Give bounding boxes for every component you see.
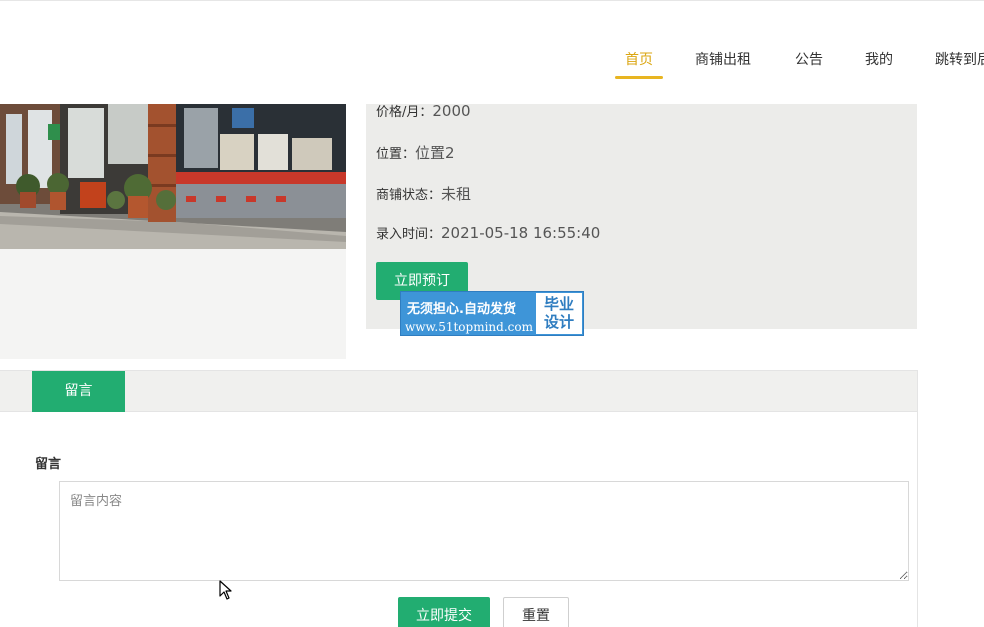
watermark-url: www.51topmind.com <box>405 320 533 334</box>
nav-item-announcements[interactable]: 公告 <box>795 50 823 80</box>
watermark-line1: 无须担心.自动发货 <box>407 302 516 317</box>
status-value: 未租 <box>441 185 472 203</box>
nav-item-shop-rental[interactable]: 商铺出租 <box>695 50 751 80</box>
watermark-side: 毕业 设计 <box>536 293 582 334</box>
shop-photo <box>0 104 346 249</box>
price-label: 价格/月： <box>376 105 433 120</box>
status-row: 商铺状态：未租 <box>376 183 471 204</box>
status-label: 商铺状态： <box>376 188 442 203</box>
nav-item-mine[interactable]: 我的 <box>865 50 893 80</box>
main-nav: 首页 商铺出租 公告 我的 跳转到后台 <box>0 0 984 104</box>
time-label: 录入时间： <box>376 227 442 242</box>
reset-button[interactable]: 重置 <box>503 597 569 627</box>
tab-bar: 留言 <box>0 371 917 412</box>
watermark-badge: 无须担心.自动发货 www.51topmind.com 毕业 设计 <box>400 291 584 336</box>
location-value: 位置2 <box>415 144 455 162</box>
location-label: 位置： <box>376 147 416 162</box>
watermark-side-bottom: 设计 <box>543 313 574 331</box>
mouse-cursor-icon <box>219 580 232 600</box>
price-row: 价格/月：2000 <box>376 101 471 120</box>
watermark-side-top: 毕业 <box>543 295 574 313</box>
location-row: 位置：位置2 <box>376 142 455 163</box>
price-value: 2000 <box>432 102 471 120</box>
time-value: 2021-05-18 16:55:40 <box>441 224 601 242</box>
submit-button[interactable]: 立即提交 <box>398 597 490 627</box>
message-section: 留言 留言 立即提交 重置 <box>0 370 918 627</box>
image-panel <box>0 104 346 359</box>
storefront-image <box>0 104 346 249</box>
nav-item-home[interactable]: 首页 <box>615 50 663 80</box>
nav-item-admin-link[interactable]: 跳转到后台 <box>935 50 984 80</box>
tab-message[interactable]: 留言 <box>32 371 125 412</box>
message-textarea[interactable] <box>59 481 909 581</box>
time-row: 录入时间：2021-05-18 16:55:40 <box>376 223 600 242</box>
message-label: 留言 <box>35 457 62 472</box>
